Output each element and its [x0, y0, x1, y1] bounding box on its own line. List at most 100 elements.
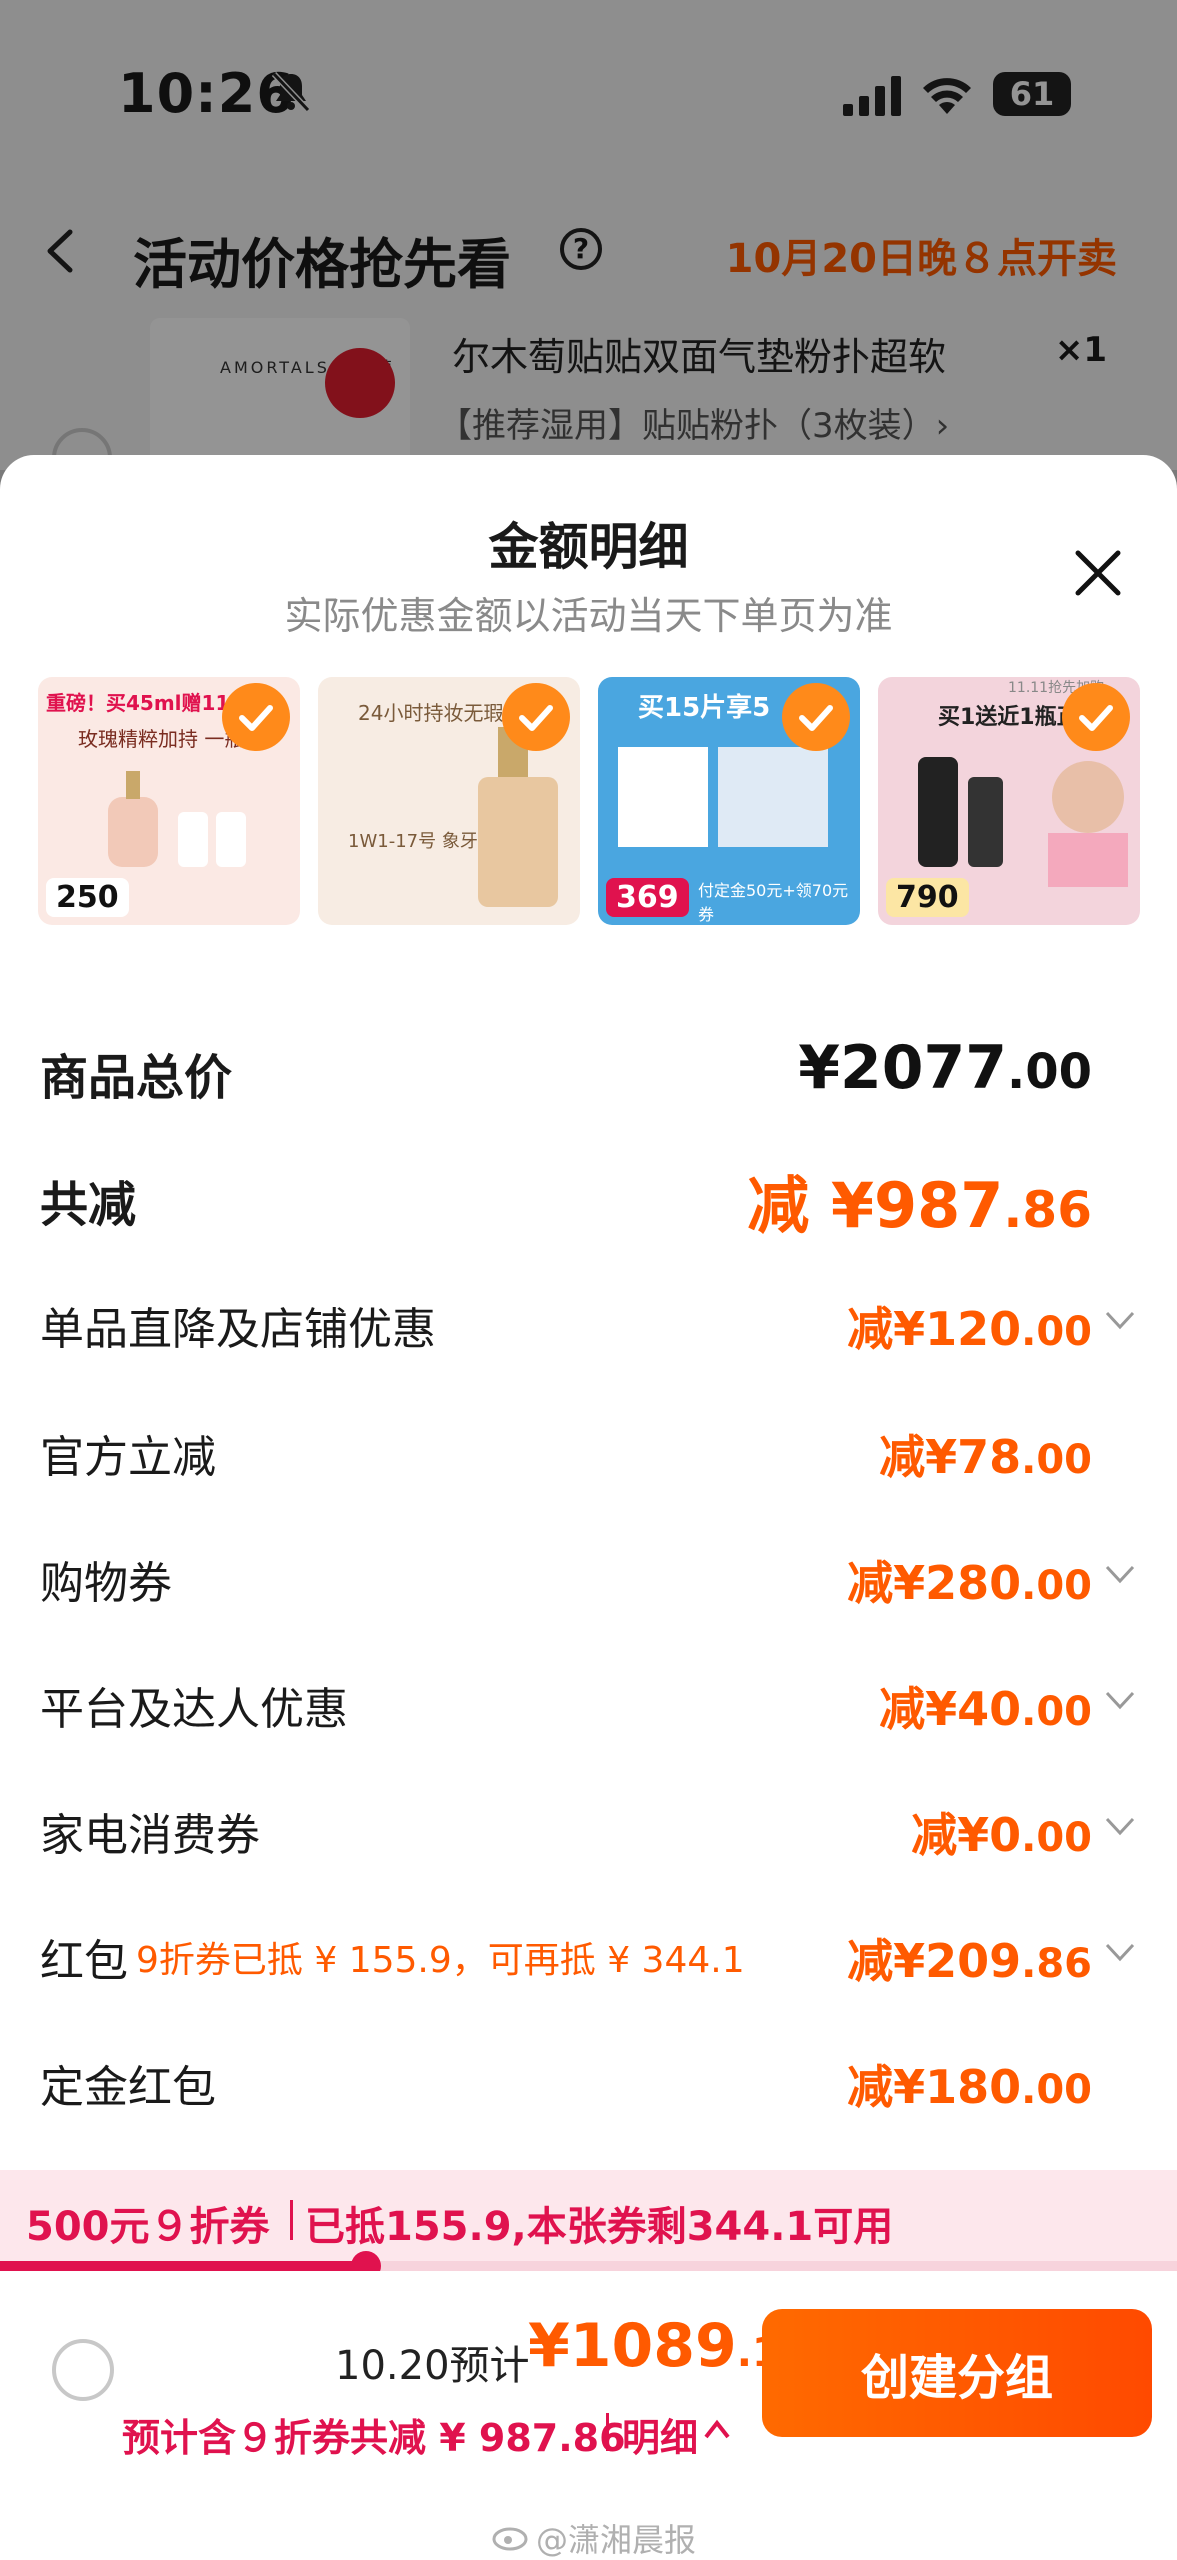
row-reduce-label: 共减 — [40, 1177, 137, 1233]
check-icon — [502, 683, 570, 751]
redpacket-dec: .86 — [1021, 1941, 1092, 1987]
chevron-down-icon[interactable] — [1103, 1935, 1137, 1969]
sale-time: 10月20日晚８点开卖 — [725, 236, 1117, 282]
wifi-icon — [923, 78, 971, 114]
row-coupon-label[interactable]: 购物券 — [40, 1547, 172, 1611]
row-platform-label[interactable]: 平台及达人优惠 — [40, 1673, 348, 1737]
thumb-price: 369 — [606, 878, 689, 917]
watermark: @潇湘晨报 — [536, 2521, 697, 2559]
deposit-int: ¥180 — [893, 2060, 1022, 2114]
background-app: 10:26 61 活动价格抢先看 ? 10月20日晚８点开卖 AMORTALS … — [0, 0, 1177, 488]
coupon-int: ¥280 — [893, 1556, 1022, 1610]
coupon-prefix: 减 — [847, 1556, 894, 1610]
bell-muted-icon — [271, 71, 311, 113]
select-all-radio[interactable] — [52, 2339, 114, 2401]
estimate-label: 10.20预计 — [335, 2343, 530, 2389]
product-name[interactable]: 尔木萄贴贴双面气垫粉扑超软 — [452, 326, 946, 381]
check-icon — [1062, 683, 1130, 751]
chevron-up-icon[interactable] — [702, 2415, 732, 2445]
coupon-progress-fill — [0, 2261, 367, 2271]
row-deposit-value: 减¥180.00 — [847, 2051, 1092, 2117]
check-icon — [222, 683, 290, 751]
appliance-prefix: 减 — [911, 1808, 958, 1862]
redpacket-int: ¥209 — [893, 1934, 1022, 1988]
help-icon[interactable]: ? — [560, 228, 602, 270]
row-official-value: 减¥78.00 — [879, 1421, 1092, 1487]
reduce-dec: .86 — [1003, 1181, 1092, 1239]
appliance-dec: .00 — [1021, 1815, 1092, 1861]
row-total-label: 商品总价 — [40, 1050, 233, 1106]
row-reduce-value: 减 ¥987.86 — [747, 1155, 1092, 1245]
page-title: 活动价格抢先看 — [133, 233, 511, 296]
coupon-bar: 500元９折券 已抵155.9,本张券剩344.1可用 — [0, 2170, 1177, 2270]
coupon-separator — [290, 2200, 293, 2240]
coupon-dec: .00 — [1021, 1563, 1092, 1609]
row-total-value: ¥2077.00 — [798, 1033, 1092, 1103]
row-appliance-value[interactable]: 减¥0.00 — [911, 1799, 1092, 1865]
coupon-name: 500元９折券 — [26, 2204, 270, 2250]
chevron-down-icon[interactable] — [1103, 1809, 1137, 1843]
appliance-int: ¥0 — [957, 1808, 1022, 1862]
sheet-title: 金额明细 — [488, 518, 689, 576]
row-shop-value[interactable]: 减¥120.00 — [847, 1293, 1092, 1359]
thumb-sub: 付定金50元+领70元券 — [698, 881, 849, 924]
shop-prefix: 减 — [847, 1302, 894, 1356]
coupon-progress-track — [0, 2251, 1177, 2281]
platform-dec: .00 — [1021, 1689, 1092, 1735]
redpacket-prefix: 减 — [847, 1934, 894, 1988]
product-thumb[interactable]: 买1送近1瓶正装 11.11抢先加购 790 — [878, 677, 1140, 925]
coupon-desc: 已抵155.9,本张券剩344.1可用 — [305, 2204, 894, 2250]
product-thumbnail[interactable]: AMORTALS 尔木萄 — [150, 318, 410, 478]
product-thumb[interactable]: 买15片享5 付定金50元+领70元券 369 — [598, 677, 860, 925]
row-platform-value[interactable]: 减¥40.00 — [879, 1673, 1092, 1739]
row-deposit-label: 定金红包 — [40, 2062, 216, 2113]
row-appliance-label[interactable]: 家电消费券 — [40, 1799, 260, 1863]
thumb-price: 250 — [46, 878, 129, 917]
mask-box-icon — [618, 747, 828, 847]
deposit-dec: .00 — [1021, 2067, 1092, 2113]
check-icon — [782, 683, 850, 751]
sheet-subtitle: 实际优惠金额以活动当天下单页为准 — [284, 594, 893, 638]
official-int: ¥78 — [925, 1430, 1022, 1484]
total-int: ¥2077 — [798, 1033, 1007, 1103]
create-group-button[interactable]: 创建分组 — [762, 2309, 1152, 2437]
chevron-down-icon[interactable] — [1103, 1557, 1137, 1591]
estimate-separator — [606, 2413, 609, 2451]
deposit-prefix: 减 — [847, 2060, 894, 2114]
product-qty: ×1 — [1054, 330, 1107, 370]
shop-dec: .00 — [1021, 1309, 1092, 1355]
chevron-down-icon[interactable] — [1103, 1303, 1137, 1337]
product-thumb[interactable]: 24小时持妆无瑕 1W1-17号 象牙白 — [318, 677, 580, 925]
detail-toggle[interactable]: 明细 — [622, 2407, 698, 2462]
bottom-action-bar: 10.20预计 ¥1089.14 预计含９折券共减 ¥ 987.86 明细 创建… — [0, 2271, 1177, 2560]
close-icon[interactable] — [1070, 545, 1126, 601]
battery-icon: 61 — [993, 72, 1071, 116]
battery-level: 61 — [1009, 75, 1055, 113]
total-dec: .00 — [1006, 1044, 1092, 1100]
product-thumbnails: 重磅！买45ml赠11 玫瑰精粹加持 一瓶定 250 24小时持妆无瑕 1W1-… — [38, 677, 1158, 925]
row-redpacket-label[interactable]: 红包 — [40, 1925, 128, 1989]
platform-int: ¥40 — [925, 1682, 1022, 1736]
row-shop-label[interactable]: 单品直降及店铺优惠 — [40, 1293, 436, 1357]
product-thumb[interactable]: 重磅！买45ml赠11 玫瑰精粹加持 一瓶定 250 — [38, 677, 300, 925]
redpacket-note: 9折券已抵 ¥ 155.9，可再抵 ¥ 344.1 — [136, 1940, 745, 1981]
weibo-icon — [492, 2527, 528, 2551]
oil-bottle-icon — [918, 757, 1128, 887]
row-official-label: 官方立减 — [40, 1432, 216, 1483]
chevron-down-icon[interactable] — [1103, 1683, 1137, 1717]
reduce-int: ¥987 — [830, 1169, 1004, 1242]
row-coupon-value[interactable]: 减¥280.00 — [847, 1547, 1092, 1613]
thumb-price: 790 — [886, 878, 969, 917]
reduce-prefix: 减 — [747, 1169, 810, 1242]
product-badge-icon — [325, 348, 395, 418]
product-spec[interactable]: 【推荐湿用】贴贴粉扑（3枚装）› — [438, 398, 949, 447]
status-bar: 10:26 61 — [0, 0, 1177, 190]
row-redpacket-value[interactable]: 减¥209.86 — [847, 1925, 1092, 1991]
cellular-signal-icon — [843, 76, 901, 116]
platform-prefix: 减 — [879, 1682, 926, 1736]
official-prefix: 减 — [879, 1430, 926, 1484]
thumb-headline: 买15片享5 — [638, 693, 771, 723]
official-dec: .00 — [1021, 1437, 1092, 1483]
back-arrow-icon[interactable] — [40, 226, 80, 276]
estimate-note: 预计含９折券共减 ¥ 987.86 — [122, 2416, 626, 2460]
